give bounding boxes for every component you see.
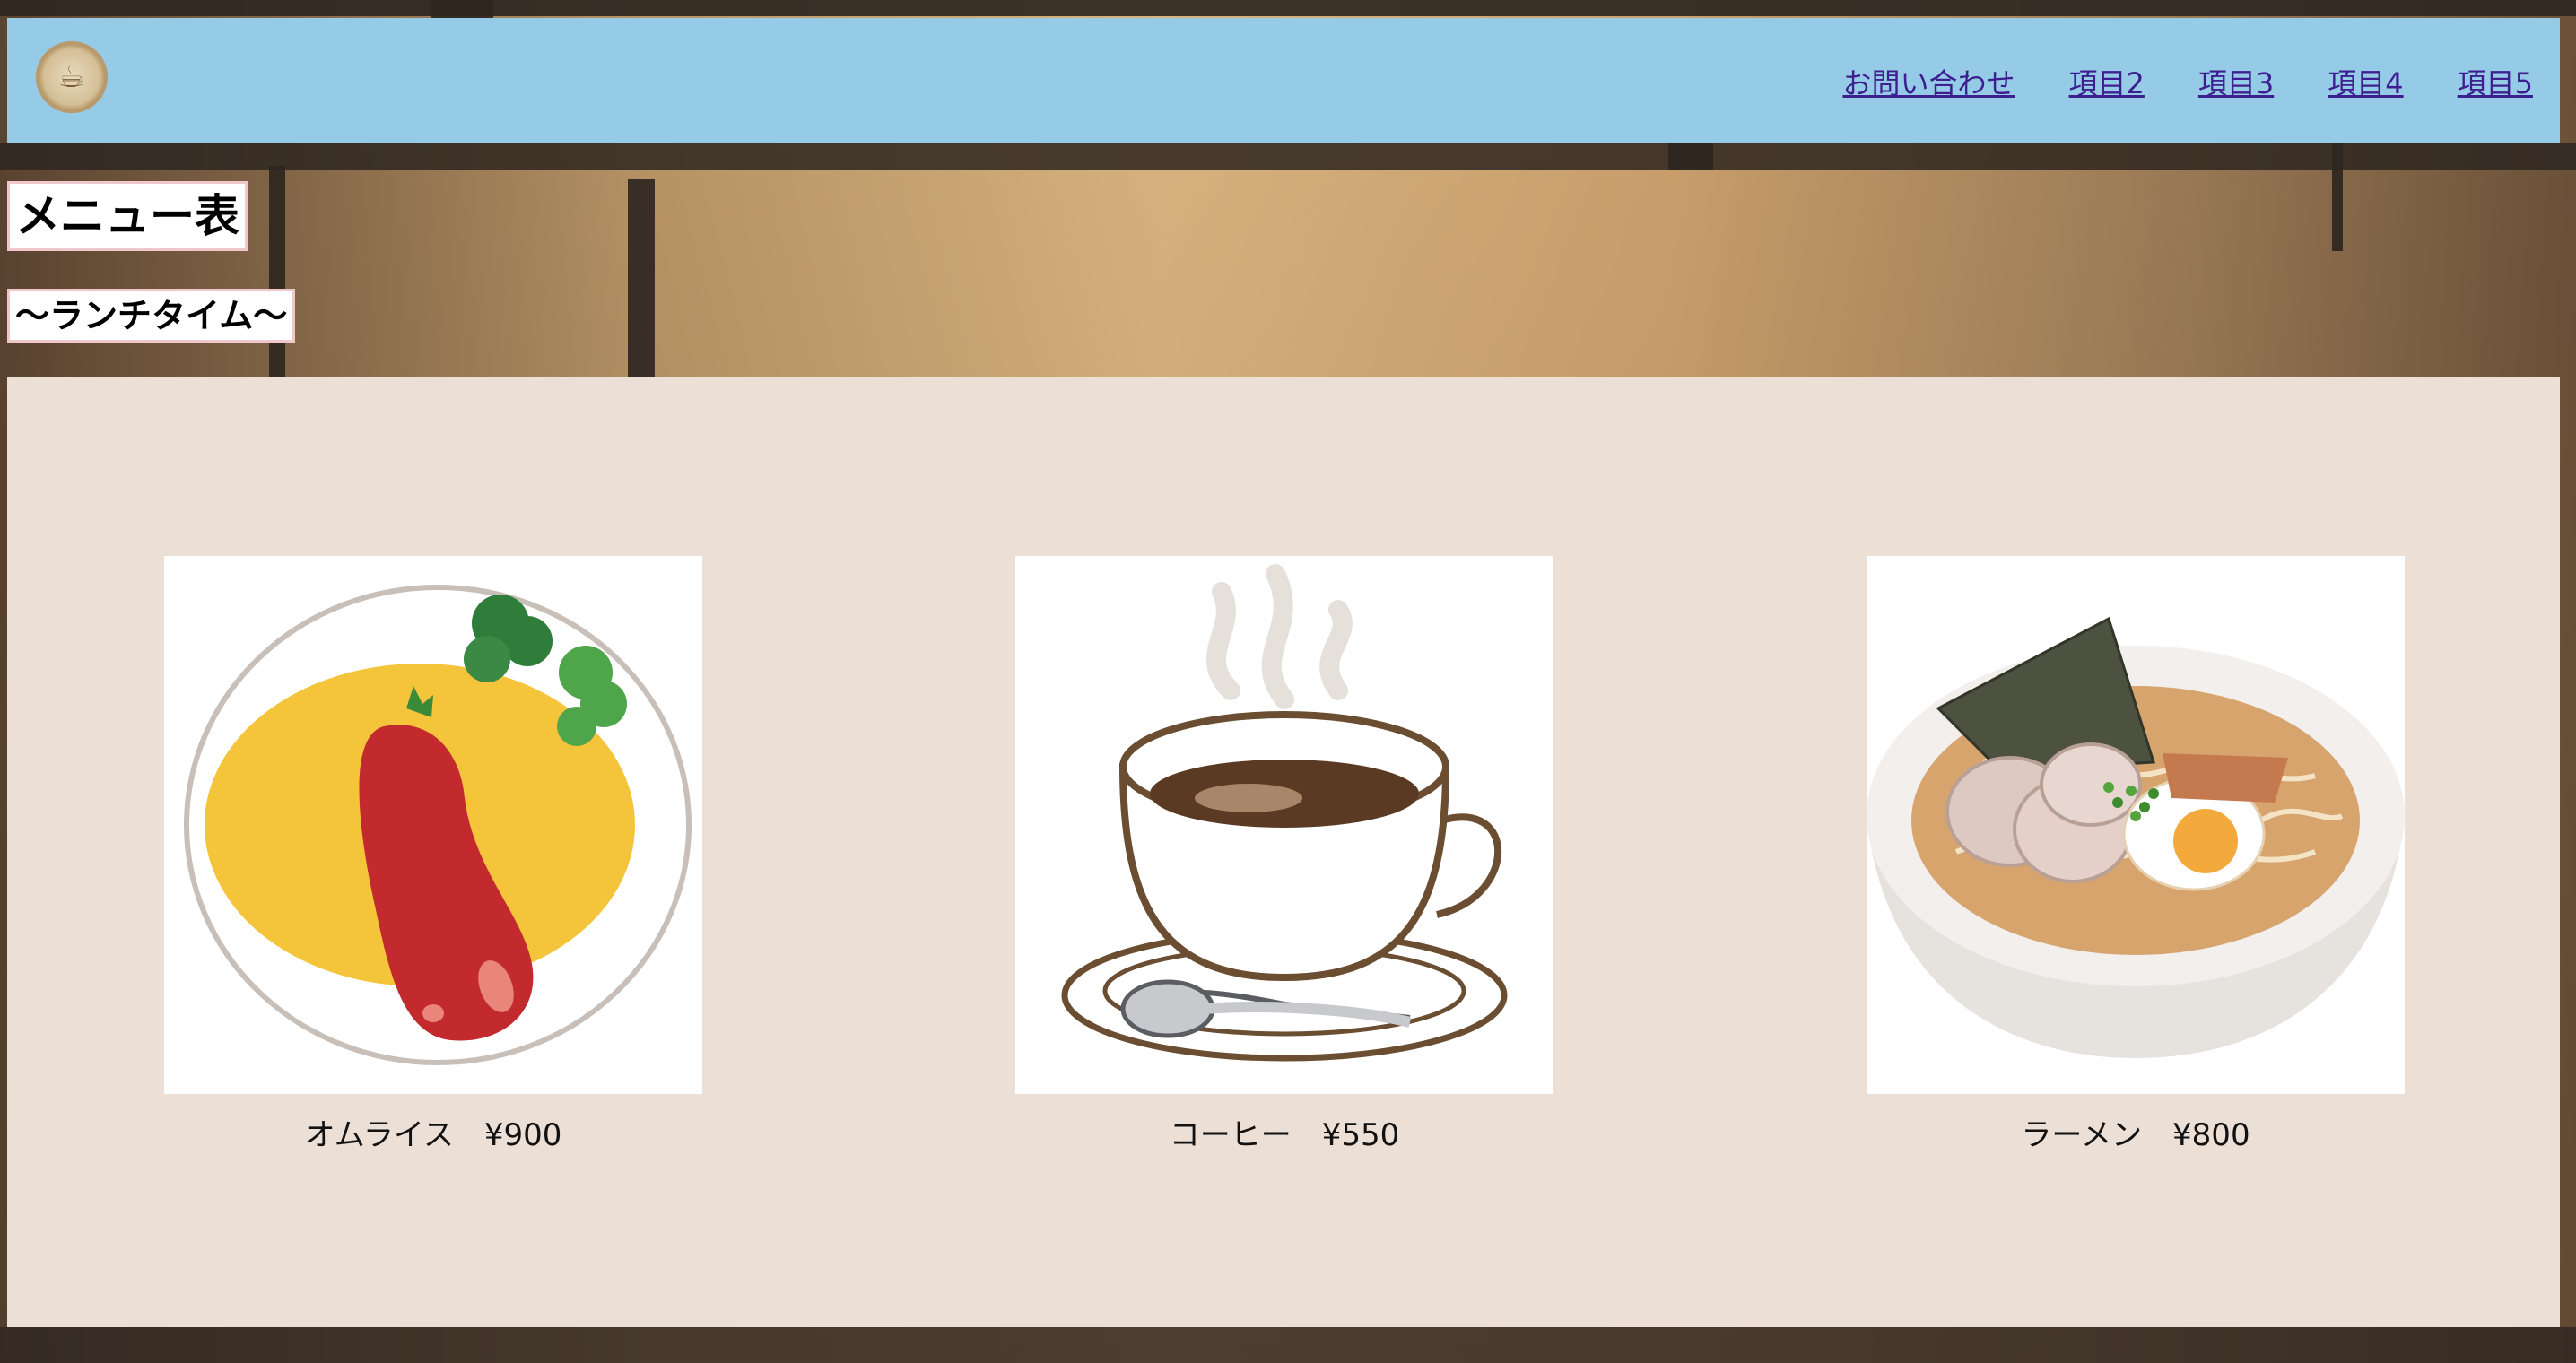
cafe-logo-icon[interactable]: ☕ <box>36 41 108 113</box>
nav-link-contact[interactable]: お問い合わせ <box>1842 61 2015 102</box>
menu-item-caption: オムライス ¥900 <box>304 1117 562 1153</box>
menu-item-caption: コーヒー ¥550 <box>1169 1117 1400 1153</box>
page-title: メニュー表 <box>7 181 248 251</box>
top-nav: お問い合わせ 項目2 項目3 項目4 項目5 <box>1842 61 2533 102</box>
menu-item-coffee: コーヒー ¥550 <box>1015 556 1553 1154</box>
menu-panel: オムライス ¥900 コーヒー ¥550 ラーメン ¥800 <box>7 377 2560 1327</box>
nav-link-item2[interactable]: 項目2 <box>2069 61 2145 102</box>
ramen-bowl-icon <box>1867 556 2405 1094</box>
nav-link-item3[interactable]: 項目3 <box>2198 61 2274 102</box>
menu-item-ramen: ラーメン ¥800 <box>1867 556 2405 1154</box>
nav-link-item5[interactable]: 項目5 <box>2458 61 2533 102</box>
menu-item-caption: ラーメン ¥800 <box>2021 1117 2250 1153</box>
omurice-icon <box>164 556 702 1094</box>
section-subtitle: 〜ランチタイム〜 <box>7 289 296 343</box>
coffee-cup-icon <box>1015 556 1553 1094</box>
site-header: ☕ お問い合わせ 項目2 項目3 項目4 項目5 <box>7 18 2560 143</box>
menu-item-omurice: オムライス ¥900 <box>164 556 702 1154</box>
nav-link-item4[interactable]: 項目4 <box>2328 61 2403 102</box>
